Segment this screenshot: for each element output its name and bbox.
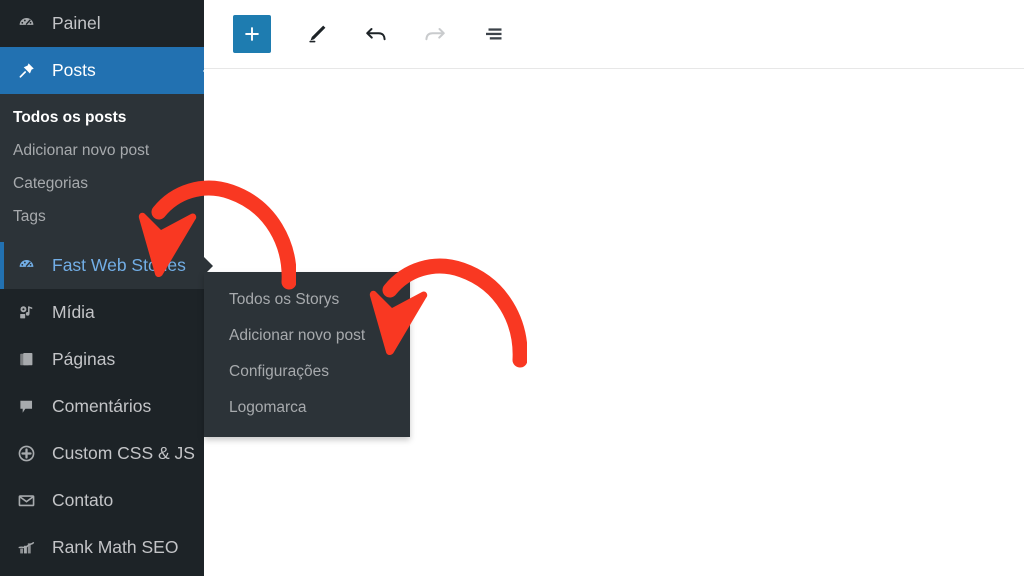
sidebar-item-label: Rank Math SEO [52, 536, 179, 557]
sidebar-item-posts[interactable]: Posts [0, 47, 204, 94]
sidebar-item-label: Comentários [52, 395, 152, 416]
document-outline-button[interactable] [475, 15, 513, 53]
undo-button[interactable] [357, 15, 395, 53]
comments-icon [13, 396, 39, 418]
stories-dashboard-icon [13, 255, 39, 277]
sidebar-item-label: Páginas [52, 348, 116, 369]
pages-icon [13, 349, 39, 371]
sidebar-item-label: Custom CSS & JS [52, 442, 195, 463]
wordpress-admin-screen: Painel Posts Todos os posts Adicionar no… [0, 0, 1024, 576]
plus-circle-icon [13, 443, 39, 465]
sidebar-item-contato[interactable]: Contato [0, 477, 204, 524]
rank-math-icon [13, 537, 39, 559]
envelope-icon [13, 490, 39, 512]
sidebar-item-custom-css-js[interactable]: Custom CSS & JS [0, 430, 204, 477]
undo-arrow-icon [363, 21, 389, 47]
sidebar-item-rank-math-seo[interactable]: Rank Math SEO [0, 524, 204, 571]
redo-button[interactable] [416, 15, 454, 53]
flyout-item-adicionar-novo-post[interactable]: Adicionar novo post [204, 318, 410, 354]
sidebar-item-label: Fast Web Stories [52, 254, 186, 275]
posts-submenu: Todos os posts Adicionar novo post Categ… [0, 94, 204, 242]
submenu-item-categorias[interactable]: Categorias [0, 167, 204, 200]
plus-icon [242, 24, 262, 44]
sidebar-item-painel[interactable]: Painel [0, 0, 204, 47]
sidebar-item-label: Posts [52, 59, 96, 80]
pin-icon [13, 60, 39, 82]
sidebar-item-label: Contato [52, 489, 114, 510]
submenu-item-todos-os-posts[interactable]: Todos os posts [0, 101, 204, 134]
sidebar-item-label: Painel [52, 12, 101, 33]
open-item-left-bar [0, 242, 4, 289]
dashboard-icon [13, 13, 39, 35]
media-icon [13, 302, 39, 324]
add-block-button[interactable] [233, 15, 271, 53]
submenu-item-adicionar-novo-post[interactable]: Adicionar novo post [0, 134, 204, 167]
flyout-item-todos-os-storys[interactable]: Todos os Storys [204, 282, 410, 318]
sidebar-item-fast-web-stories[interactable]: Fast Web Stories [0, 242, 213, 289]
redo-arrow-icon [422, 21, 448, 47]
editor-toolbar [204, 0, 1024, 69]
list-view-icon [481, 21, 507, 47]
sidebar-item-label: Mídia [52, 301, 95, 322]
sidebar-item-comentarios[interactable]: Comentários [0, 383, 204, 430]
flyout-item-logomarca[interactable]: Logomarca [204, 390, 410, 426]
sidebar-item-midia[interactable]: Mídia [0, 289, 204, 336]
active-arrow-indicator [195, 47, 204, 94]
edit-tool-button[interactable] [298, 15, 336, 53]
pencil-icon [305, 22, 329, 46]
flyout-item-configuracoes[interactable]: Configurações [204, 354, 410, 390]
fast-web-stories-flyout-menu: Todos os Storys Adicionar novo post Conf… [204, 272, 410, 437]
admin-sidebar: Painel Posts Todos os posts Adicionar no… [0, 0, 213, 576]
sidebar-item-paginas[interactable]: Páginas [0, 336, 204, 383]
submenu-item-tags[interactable]: Tags [0, 200, 204, 233]
